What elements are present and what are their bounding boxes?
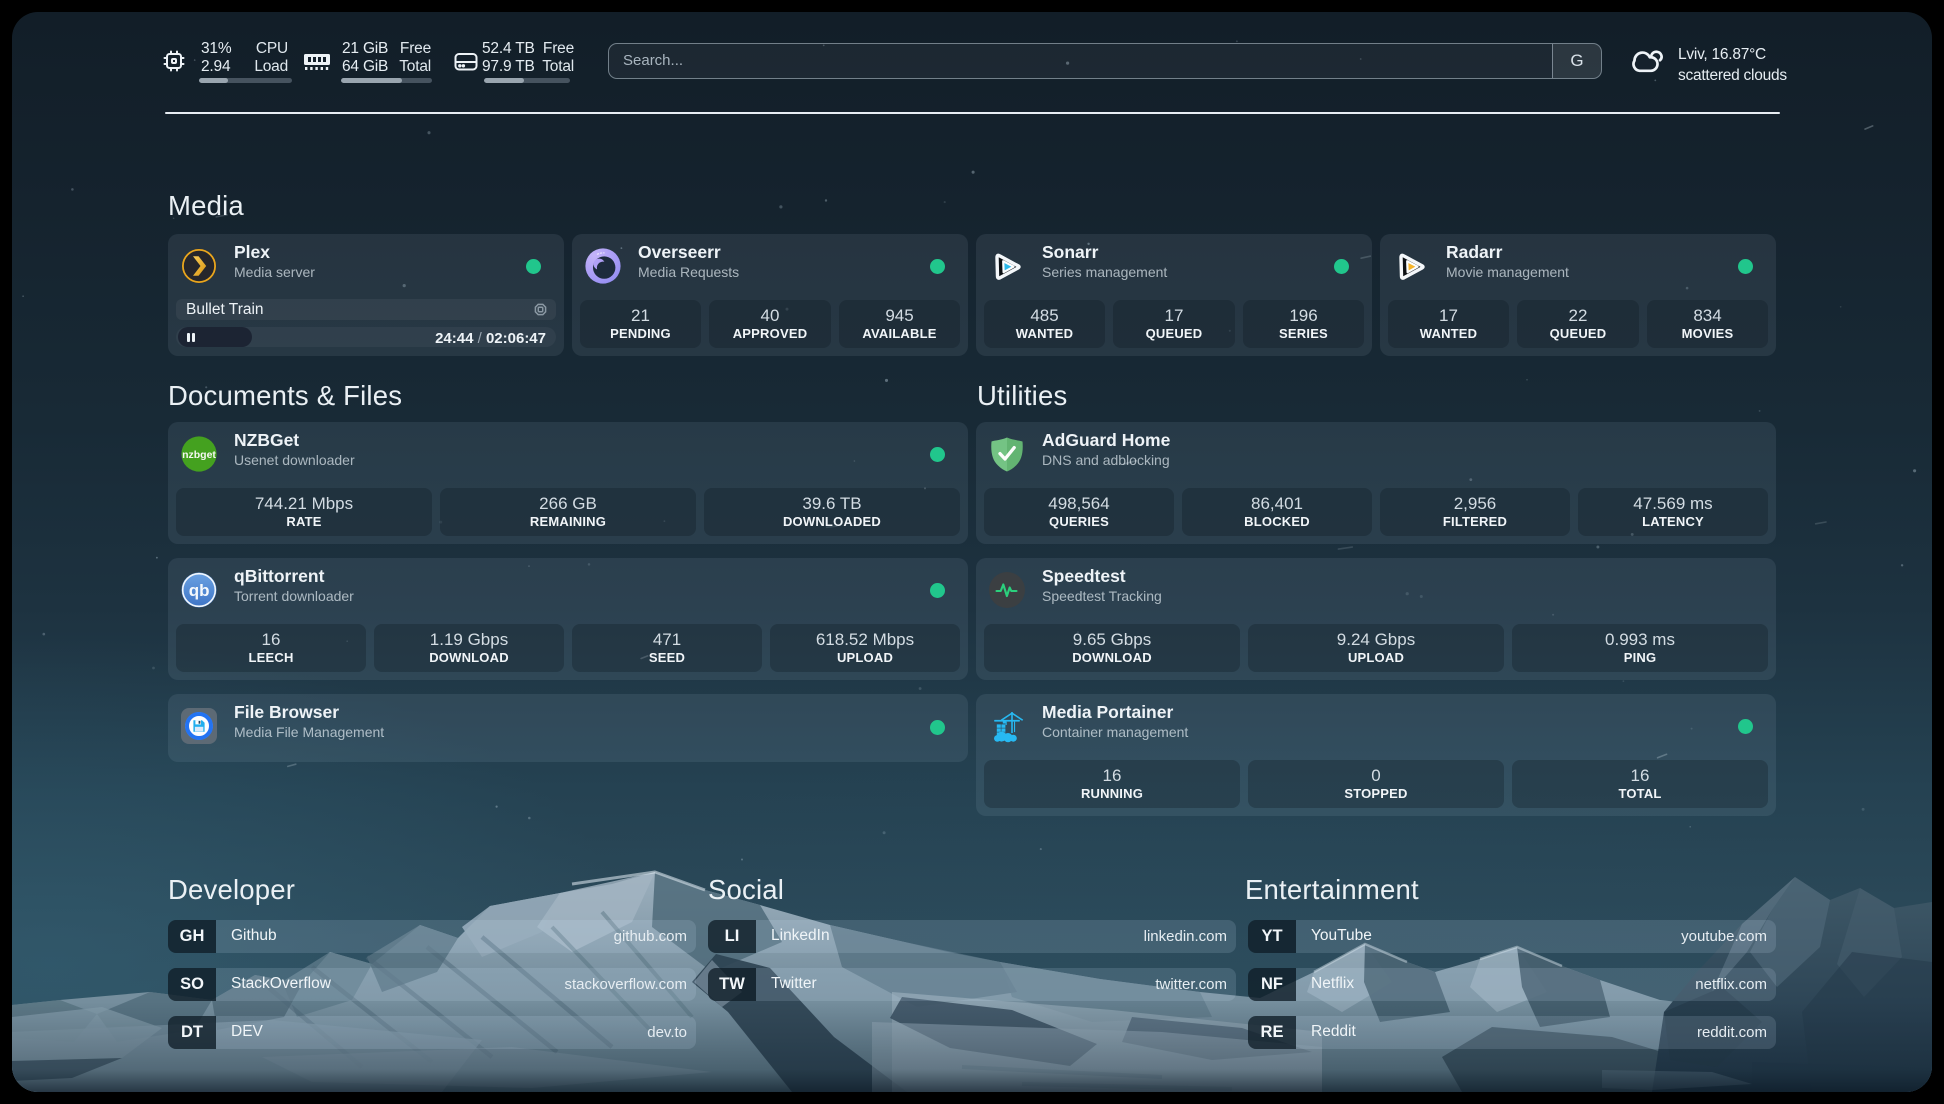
svg-text:nzbget: nzbget	[182, 449, 216, 461]
svg-text:qb: qb	[189, 581, 210, 600]
